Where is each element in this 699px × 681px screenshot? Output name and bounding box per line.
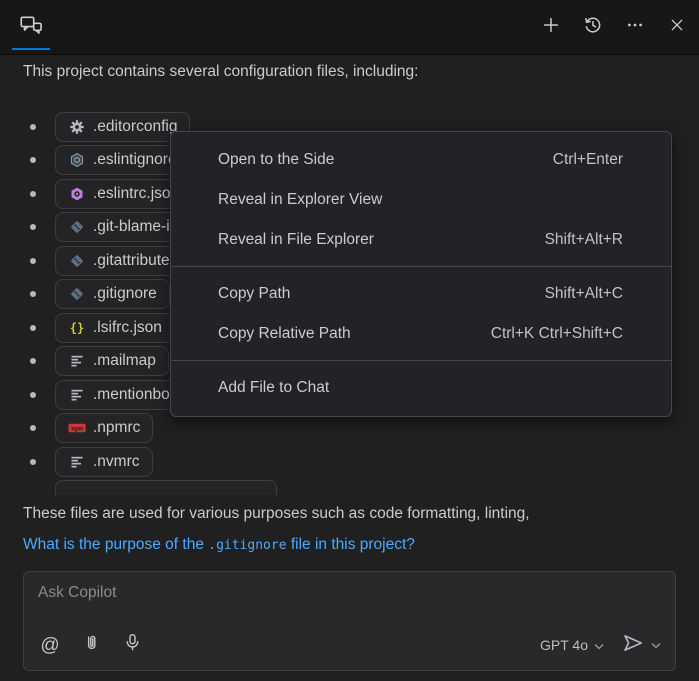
send-icon: [622, 632, 644, 659]
bullet-dot: [30, 425, 36, 431]
file-name: .eslintignore: [93, 151, 177, 169]
file-chip[interactable]: .gitignore: [55, 279, 170, 309]
menu-item-label: Reveal in Explorer View: [218, 191, 382, 209]
mention-context-button[interactable]: @: [38, 633, 62, 657]
file-name: .mentionbot: [93, 386, 174, 404]
chevron-down-icon: [651, 636, 661, 654]
list-icon: [69, 387, 85, 403]
chat-input[interactable]: Ask Copilot: [38, 584, 116, 602]
menu-item-label: Copy Relative Path: [218, 325, 351, 343]
menu-item[interactable]: Add File to Chat: [171, 368, 671, 408]
message-outro-text: These files are used for various purpose…: [23, 505, 530, 523]
bullet-dot: [30, 325, 36, 331]
list-icon: [69, 454, 85, 470]
file-chip[interactable]: {} .lsifrc.json: [55, 313, 175, 343]
bullet-dot: [30, 258, 36, 264]
file-name: .eslintrc.json: [93, 185, 179, 203]
svg-text:{}: {}: [70, 321, 84, 335]
menu-item-label: Add File to Chat: [218, 379, 329, 397]
file-name: .npmrc: [93, 419, 140, 437]
file-list-item: npm .npmrc: [0, 413, 699, 443]
menu-separator: [171, 266, 671, 267]
git-icon: [69, 253, 85, 269]
json-icon: {}: [69, 320, 85, 336]
bullet-dot: [30, 459, 36, 465]
menu-item-shortcut: Ctrl+Enter: [553, 151, 623, 169]
chevron-down-icon: [594, 637, 604, 653]
menu-item-label: Reveal in File Explorer: [218, 231, 374, 249]
input-toolbar: @: [38, 631, 661, 659]
bullet-dot: [30, 291, 36, 297]
eslint-gray-icon: [69, 152, 85, 168]
bullet-dot: [30, 358, 36, 364]
context-menu: Open to the Side Ctrl+Enter Reveal in Ex…: [170, 131, 672, 417]
bullet-dot: [30, 157, 36, 163]
git-icon: [69, 286, 85, 302]
list-icon: [69, 353, 85, 369]
file-name: .gitattributes: [93, 252, 177, 270]
menu-item-label: Copy Path: [218, 285, 290, 303]
menu-item-shortcut: Ctrl+K Ctrl+Shift+C: [491, 325, 623, 343]
file-list-item: .nvmrc: [0, 447, 699, 477]
file-name: .nvmrc: [93, 453, 140, 471]
file-name: .gitignore: [93, 285, 157, 303]
copilot-chat-panel: This project contains several configurat…: [0, 0, 699, 681]
file-chip[interactable]: .nvmrc: [55, 447, 153, 477]
npm-icon: npm: [68, 420, 86, 436]
bullet-dot: [30, 124, 36, 130]
git-icon: [69, 219, 85, 235]
menu-item[interactable]: Reveal in File Explorer Shift+Alt+R: [171, 220, 671, 260]
menu-item[interactable]: Copy Path Shift+Alt+C: [171, 274, 671, 314]
file-chip[interactable]: npm .npmrc: [55, 413, 153, 443]
menu-item-label: Open to the Side: [218, 151, 334, 169]
microphone-icon: [123, 633, 142, 657]
file-name: .lsifrc.json: [93, 319, 162, 337]
file-name: .editorconfig: [93, 118, 177, 136]
file-chip[interactable]: .mailmap: [55, 346, 169, 376]
svg-text:npm: npm: [71, 425, 83, 433]
menu-item-shortcut: Shift+Alt+C: [545, 285, 623, 303]
dictate-button[interactable]: [120, 633, 144, 657]
model-picker[interactable]: GPT 4o: [540, 637, 604, 653]
menu-separator: [171, 360, 671, 361]
attach-context-button[interactable]: [79, 633, 103, 657]
menu-item[interactable]: Reveal in Explorer View: [171, 180, 671, 220]
inline-code: .gitignore: [208, 538, 286, 553]
menu-item[interactable]: Open to the Side Ctrl+Enter: [171, 140, 671, 180]
bullet-dot: [30, 224, 36, 230]
send-button[interactable]: [622, 632, 661, 659]
file-chip[interactable]: [55, 480, 277, 495]
file-list-item: [0, 480, 699, 495]
at-icon: @: [40, 636, 59, 655]
file-chip[interactable]: .mentionbot: [55, 380, 187, 410]
paperclip-icon: [82, 633, 101, 657]
chat-input-box: Ask Copilot @: [23, 571, 676, 671]
menu-item[interactable]: Copy Relative Path Ctrl+K Ctrl+Shift+C: [171, 314, 671, 354]
bullet-dot: [30, 392, 36, 398]
file-name: .mailmap: [93, 352, 156, 370]
model-label: GPT 4o: [540, 637, 588, 653]
eslint-purple-icon: [69, 186, 85, 202]
bullet-dot: [30, 191, 36, 197]
gear-icon: [69, 119, 85, 135]
menu-item-shortcut: Shift+Alt+R: [545, 231, 623, 249]
followup-question-link[interactable]: What is the purpose of the .gitignore fi…: [23, 536, 415, 554]
